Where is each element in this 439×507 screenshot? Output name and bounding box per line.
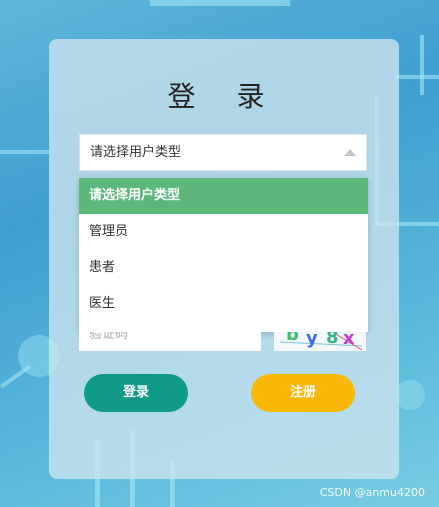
- register-button[interactable]: 注册: [251, 374, 355, 412]
- user-type-dropdown: 请选择用户类型 管理员 患者 医生: [79, 178, 368, 332]
- login-card: 登 录 请选择用户类型 请选择用户类型 管理员 患者 医生 验证码 b y 8 …: [49, 39, 399, 479]
- captcha-graphic: b y 8 x: [274, 332, 366, 351]
- user-type-select[interactable]: 请选择用户类型: [79, 134, 367, 171]
- caret-up-icon: [344, 149, 356, 156]
- captcha-placeholder: 验证码: [89, 332, 129, 342]
- svg-text:y: y: [306, 332, 318, 349]
- page-title: 登 录: [167, 80, 281, 113]
- svg-text:x: x: [343, 332, 355, 349]
- captcha-input[interactable]: 验证码: [79, 332, 261, 351]
- login-page: 登 录 请选择用户类型 请选择用户类型 管理员 患者 医生 验证码 b y 8 …: [0, 0, 439, 507]
- user-type-select-value: 请选择用户类型: [90, 145, 182, 160]
- watermark: CSDN @anmu4200: [319, 486, 425, 499]
- dropdown-option-doctor[interactable]: 医生: [79, 286, 368, 322]
- dropdown-option-admin[interactable]: 管理员: [79, 214, 368, 250]
- svg-text:8: 8: [326, 332, 339, 348]
- dropdown-option-patient[interactable]: 患者: [79, 250, 368, 286]
- svg-text:b: b: [286, 332, 299, 345]
- captcha-image[interactable]: b y 8 x: [274, 332, 366, 351]
- login-button[interactable]: 登录: [84, 374, 188, 412]
- dropdown-option-placeholder[interactable]: 请选择用户类型: [79, 178, 368, 214]
